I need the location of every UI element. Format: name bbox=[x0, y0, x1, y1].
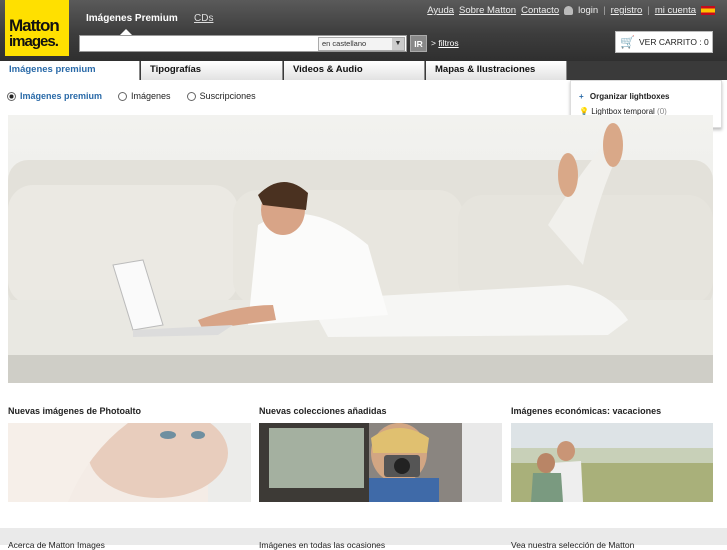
organize-lightboxes-link[interactable]: + Organizar lightboxes bbox=[579, 92, 669, 101]
thumb-woman-portrait bbox=[8, 423, 251, 502]
radio-label: Suscripciones bbox=[199, 91, 256, 101]
register-link[interactable]: registro bbox=[611, 5, 643, 16]
thumb-photoalto[interactable] bbox=[8, 423, 251, 502]
contact-link[interactable]: Contacto bbox=[521, 5, 559, 16]
plus-icon: + bbox=[579, 92, 584, 101]
thumb-new-collections[interactable] bbox=[259, 423, 502, 502]
logo-line2: images. bbox=[9, 33, 59, 50]
tab-premium-images[interactable]: Imágenes premium bbox=[0, 61, 140, 80]
separator: | bbox=[603, 5, 606, 16]
radio-label: Imágenes premium bbox=[20, 91, 103, 101]
radio-checked-icon bbox=[7, 91, 16, 101]
nav-cds[interactable]: CDs bbox=[194, 13, 213, 24]
cart-label: VER CARRITO : 0 bbox=[639, 37, 709, 47]
thumb-kid-camera-car bbox=[259, 423, 502, 502]
hero-image[interactable] bbox=[8, 115, 713, 383]
tab-typography[interactable]: Tipografías bbox=[141, 61, 283, 80]
login-link[interactable]: login bbox=[578, 5, 598, 16]
user-icon bbox=[564, 6, 574, 15]
tab-video-audio[interactable]: Videos & Audio bbox=[284, 61, 425, 80]
thumb-budget-vacation[interactable] bbox=[511, 423, 713, 502]
header-bar: Matton images. Imágenes Premium CDs Ayud… bbox=[0, 0, 727, 61]
top-nav: Imágenes Premium CDs bbox=[86, 13, 213, 24]
radio-subscriptions[interactable]: Suscripciones bbox=[186, 91, 256, 101]
footer-selection[interactable]: Vea nuestra selección de Matton bbox=[511, 540, 634, 550]
language-select[interactable]: en castellano ▼ bbox=[318, 37, 405, 51]
footer-about[interactable]: Acerca de Matton Images bbox=[8, 540, 105, 550]
footer-occasions[interactable]: Imágenes en todas las ocasiones bbox=[259, 540, 385, 550]
radio-images[interactable]: Imágenes bbox=[118, 91, 171, 101]
cart-button[interactable]: 🛒 VER CARRITO : 0 bbox=[615, 31, 713, 53]
hero-photo-man-laptop-sofa bbox=[8, 123, 713, 383]
radio-unchecked-icon bbox=[186, 91, 196, 101]
chevron-down-icon: ▼ bbox=[392, 38, 404, 50]
radio-premium-images[interactable]: Imágenes premium bbox=[7, 91, 102, 101]
matton-logo[interactable]: Matton images. bbox=[5, 0, 69, 56]
category-tabs: Imágenes premium Tipografías Videos & Au… bbox=[0, 61, 727, 80]
help-link[interactable]: Ayuda bbox=[427, 5, 454, 16]
language-select-value: en castellano bbox=[322, 39, 367, 48]
spain-flag-icon[interactable] bbox=[701, 6, 715, 15]
filters-link[interactable]: > filtros bbox=[431, 38, 459, 48]
footer-bar: Acerca de Matton Images Imágenes en toda… bbox=[0, 528, 727, 550]
separator: | bbox=[647, 5, 650, 16]
search-go-button[interactable]: IR bbox=[410, 35, 427, 52]
thumb-couple-dunes bbox=[511, 423, 713, 502]
about-link[interactable]: Sobre Matton bbox=[459, 5, 516, 16]
section-title-new-collections[interactable]: Nuevas colecciones añadidas bbox=[259, 406, 387, 416]
account-link[interactable]: mi cuenta bbox=[655, 5, 696, 16]
section-title-budget-vacation[interactable]: Imágenes económicas: vacaciones bbox=[511, 406, 661, 416]
section-title-photoalto[interactable]: Nuevas imágenes de Photoalto bbox=[8, 406, 141, 416]
organize-lightboxes-label: Organizar lightboxes bbox=[589, 92, 670, 101]
search-scope-radios: Imágenes premium Imágenes Suscripciones bbox=[7, 91, 256, 101]
nav-premium-images[interactable]: Imágenes Premium bbox=[86, 13, 178, 24]
filters-prefix: > bbox=[431, 38, 436, 48]
filters-label: filtros bbox=[438, 38, 459, 48]
tab-maps-illustrations[interactable]: Mapas & Ilustraciones bbox=[426, 61, 567, 80]
radio-label: Imágenes bbox=[131, 91, 171, 101]
cart-icon: 🛒 bbox=[620, 35, 635, 49]
radio-unchecked-icon bbox=[118, 91, 128, 101]
top-links: Ayuda Sobre Matton Contacto login | regi… bbox=[427, 5, 715, 16]
